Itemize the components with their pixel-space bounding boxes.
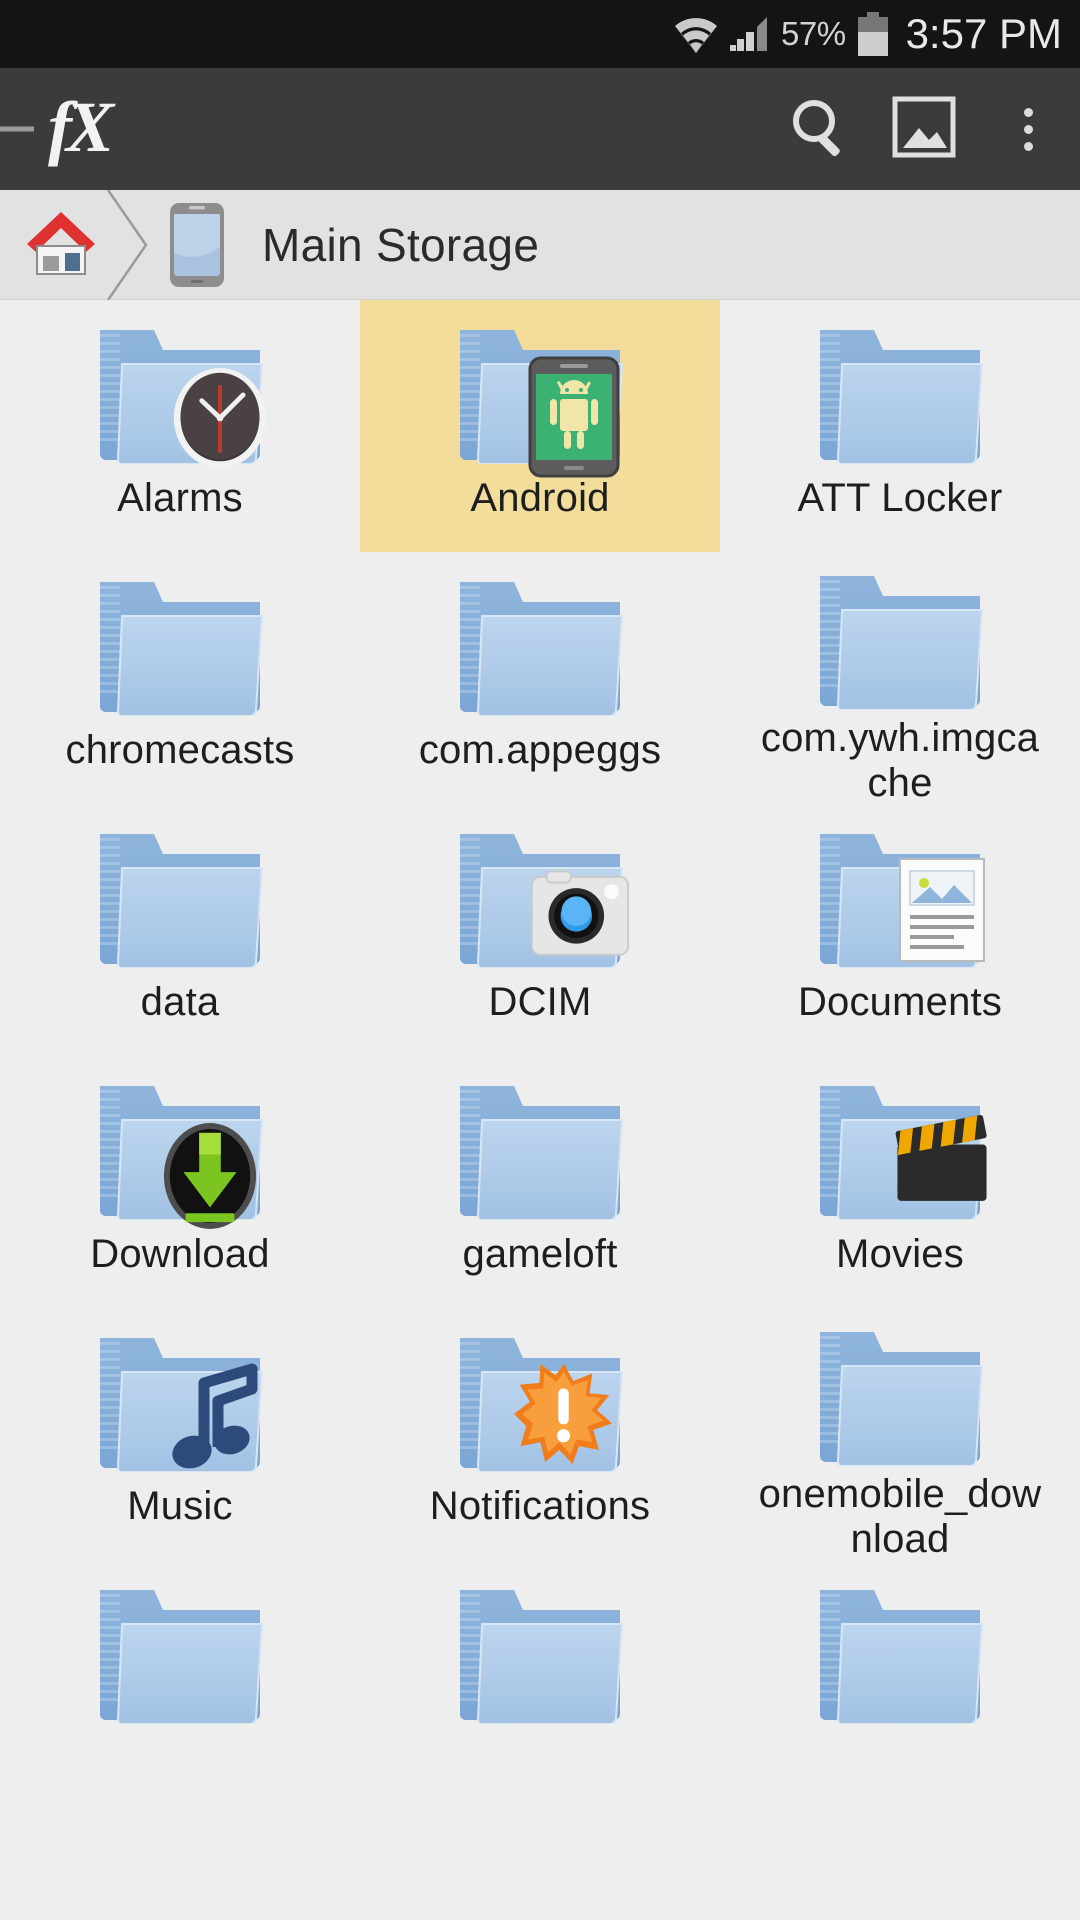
folder-icon [442,570,638,722]
folder-icon [82,822,278,974]
overflow-menu-icon [1023,107,1033,151]
status-bar: 57% 3:57 PM [0,0,1080,68]
battery-icon [856,12,890,56]
folder-icon [82,570,278,722]
grid-item[interactable]: data [0,804,360,1056]
folder-icon [442,1074,638,1226]
file-grid: Alarms Android ATT Locker chromecasts co… [0,300,1080,1812]
folder-icon [442,1578,638,1730]
music-note-badge-icon [164,1363,264,1469]
clapperboard-badge-icon [892,1110,992,1210]
grid-item-label: Documents [797,980,1003,1024]
clock-badge-icon [170,368,270,468]
folder-icon [82,1326,278,1478]
home-icon [23,206,99,283]
wifi-icon [673,15,719,53]
grid-item[interactable]: Notifications [360,1308,720,1560]
grid-item-label: onemobile_download [758,1472,1042,1561]
app-toolbar: fX [0,68,1080,190]
grid-item[interactable]: Movies [720,1056,1080,1308]
grid-item[interactable]: ATT Locker [720,300,1080,552]
document-badge-icon [892,858,992,962]
breadcrumb-current-label[interactable]: Main Storage [262,218,539,272]
grid-item[interactable]: DCIM [360,804,720,1056]
gallery-button[interactable] [872,68,976,190]
folder-icon [82,318,278,470]
grid-item-label: ATT Locker [797,476,1003,520]
camera-badge-icon [530,864,630,964]
folder-icon [442,822,638,974]
breadcrumb: Main Storage [0,189,1080,300]
grid-item-label: Download [90,1232,270,1276]
search-button[interactable] [768,68,872,190]
android-phone-badge-icon [526,356,622,478]
grid-item-label: data [140,980,220,1024]
grid-item[interactable]: chromecasts [0,552,360,804]
folder-icon [802,1578,998,1730]
folder-icon [802,822,998,974]
search-icon [789,96,851,163]
grid-item-label: Alarms [117,476,243,520]
battery-percent-label: 57% [781,15,846,52]
folder-icon [802,318,998,470]
folder-icon [82,1074,278,1229]
grid-item-label: com.appeggs [418,728,662,772]
folder-icon [802,1074,998,1226]
download-arrow-badge-icon [160,1123,260,1229]
grid-item-label: Notifications [429,1484,651,1528]
grid-item[interactable]: Documents [720,804,1080,1056]
grid-item[interactable]: onemobile_download [720,1308,1080,1561]
grid-item[interactable] [0,1560,360,1812]
grid-item-label: Movies [836,1232,964,1276]
grid-item-label: DCIM [488,980,592,1024]
grid-item[interactable] [720,1560,1080,1812]
folder-icon [442,318,638,478]
grid-item-label: gameloft [462,1232,618,1276]
folder-icon [802,570,998,710]
notification-burst-badge-icon [514,1364,614,1464]
breadcrumb-home-button[interactable] [22,206,100,284]
grid-item[interactable]: com.appeggs [360,552,720,804]
status-clock: 3:57 PM [905,10,1062,57]
grid-item-label: Android [470,476,610,520]
folder-icon [802,1326,998,1466]
chevron-separator-icon [100,189,158,300]
device-storage-icon [166,202,228,288]
grid-item[interactable] [360,1560,720,1812]
drawer-handle-icon[interactable] [0,126,34,132]
grid-item-label: chromecasts [65,728,295,772]
grid-item[interactable]: gameloft [360,1056,720,1308]
app-logo[interactable]: fX [48,91,114,163]
overflow-menu-button[interactable] [976,68,1080,190]
grid-item[interactable]: Music [0,1308,360,1560]
folder-icon [82,1578,278,1730]
grid-item-label: com.ywh.imgcache [760,716,1040,805]
grid-item[interactable]: Alarms [0,300,360,552]
grid-item[interactable]: Android [360,300,720,552]
cellular-signal-icon [729,15,771,53]
grid-item[interactable]: Download [0,1056,360,1308]
image-gallery-icon [891,96,957,163]
grid-item[interactable]: com.ywh.imgcache [720,552,1080,805]
grid-item-label: Music [127,1484,233,1528]
folder-icon [442,1326,638,1478]
